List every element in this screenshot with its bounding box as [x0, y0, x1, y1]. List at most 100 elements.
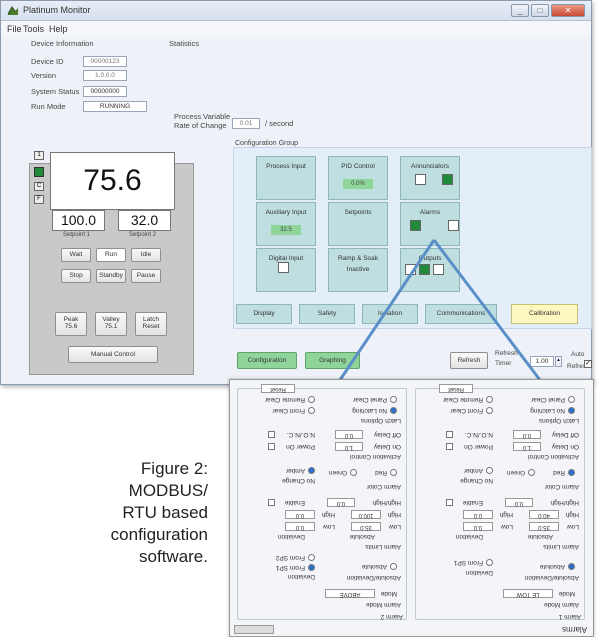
alarm-1-mode-select[interactable]: LE TOW — [503, 589, 553, 598]
alarm-2-enable-label: Enable — [284, 499, 305, 506]
alarm-1-hilo-value[interactable]: 0.0 — [505, 498, 533, 507]
alarm-2-reset-button[interactable]: Reset — [261, 384, 295, 393]
alarm-2-high-abs[interactable]: 100.0 — [351, 510, 381, 519]
alarm-2-deviation-label: Deviation — [287, 573, 315, 580]
alarm-2-red-label: Red — [375, 469, 387, 476]
alarm-2-nofc-label: N.O./N.C. — [286, 431, 315, 438]
alarm-2-low-dev[interactable]: 0.0 — [285, 522, 315, 531]
alarm-2-mode-label: Mode — [380, 590, 397, 597]
alarm-2-green-label: Green — [328, 469, 347, 476]
alarm-2-amber-label: Amber — [285, 467, 305, 474]
alarm-1-off-delay-label: Off Delay — [552, 431, 579, 438]
alarm-1-low-dev[interactable]: 0.0 — [463, 522, 493, 531]
alarm-2-abs-col: Absolute — [349, 533, 375, 540]
alarm-1-remoteclear-radio[interactable] — [486, 396, 493, 403]
alarm-1-high-dev[interactable]: 0.0 — [463, 510, 493, 519]
alarm-1-frontclear-label: Front Clear — [450, 407, 483, 414]
alarm-1-absdev-heading: Absolute/Deviation — [524, 574, 579, 581]
alarm-2-from-sp1-radio[interactable] — [308, 564, 315, 571]
alarm-2-remoteclear-label: Remote Clear — [264, 396, 305, 403]
alarm-1-latch-heading: Latch Options — [538, 417, 579, 424]
alarm-2-power-on-label: Power On — [286, 443, 315, 450]
alarm-2-frontclear-label: Front Clear — [272, 407, 305, 414]
alarm-2-on-delay-label: On Delay — [373, 443, 401, 450]
alarm-2-from-sp2-radio[interactable] — [308, 554, 315, 561]
alarms-popup-content: Alarms Alarm 1 Alarm Mode Mode LE TOW Ab… — [230, 380, 593, 636]
alarm-1-from-sp1-radio[interactable] — [486, 559, 493, 566]
callout-line-left — [338, 239, 436, 381]
alarm-2-low-abs[interactable]: 35.0 — [351, 522, 381, 531]
alarm-1-heading: Alarm 1 — [558, 613, 581, 620]
alarm-2-activation-heading: Activation Control — [350, 453, 401, 460]
alarm-2-limits-heading: Alarm Limits — [365, 543, 401, 550]
alarm-2-off-delay[interactable]: 0.0 — [335, 430, 363, 439]
alarm-1-nolatch-radio[interactable] — [568, 407, 575, 414]
alarm-2-color-heading: Alarm Color — [366, 483, 401, 490]
alarm-1-color-heading: Alarm Color — [544, 483, 579, 490]
alarm-1-green-radio[interactable] — [528, 469, 535, 476]
alarm-1-amber-radio[interactable] — [486, 467, 493, 474]
alarm-2-from-sp1-label: From SP1 — [275, 564, 305, 571]
alarm-1-absolute-radio[interactable] — [568, 563, 575, 570]
alarm-1-dev-col: Deviation — [455, 533, 483, 540]
alarm-2-enable-checkbox[interactable] — [268, 499, 275, 506]
alarm-2-power-on-checkbox[interactable] — [268, 443, 275, 450]
alarms-popup: Alarms Alarm 1 Alarm Mode Mode LE TOW Ab… — [229, 379, 594, 637]
alarm-1-red-label: Red — [553, 469, 565, 476]
alarm-2-frontclear-radio[interactable] — [308, 407, 315, 414]
alarm-1-high-abs[interactable]: 40.0 — [529, 510, 559, 519]
alarm-1-amber-label: Amber — [463, 467, 483, 474]
alarm-2-high-dev[interactable]: 0.0 — [285, 510, 315, 519]
alarm-1-low-label: Low — [567, 523, 579, 530]
alarm-1-frontclear-radio[interactable] — [486, 407, 493, 414]
alarm-1-enable-label: Enable — [462, 499, 483, 506]
alarm-2-high-label-dev: High — [321, 511, 335, 518]
alarm-1-high-label-dev: High — [499, 511, 513, 518]
alarm-2-dev-col: Deviation — [277, 533, 305, 540]
alarm-1-nofc-label: N.O./N.C. — [464, 431, 493, 438]
alarm-1-nofc-checkbox[interactable] — [446, 431, 453, 438]
alarm-1-panelclear-radio[interactable] — [568, 396, 575, 403]
alarm-2-panelclear-radio[interactable] — [390, 396, 397, 403]
caption-line-2: MODBUS/ — [128, 481, 208, 500]
alarm-2-amber-radio[interactable] — [308, 467, 315, 474]
alarm-1-high-label: High — [565, 511, 579, 518]
alarm-1-reset-button[interactable]: Reset — [439, 384, 473, 393]
alarm-1-on-delay[interactable]: 1.0 — [513, 442, 541, 451]
alarm-1-remoteclear-label: Remote Clear — [442, 396, 483, 403]
alarm-1-low-label-dev: Low — [501, 523, 513, 530]
alarm-2-low-label-dev: Low — [323, 523, 335, 530]
alarm-1-activation-heading: Activation Control — [528, 453, 579, 460]
alarm-1-power-on-checkbox[interactable] — [446, 443, 453, 450]
alarm-2-mode-heading: Alarm Mode — [365, 601, 401, 608]
alarm-1-red-radio[interactable] — [568, 469, 575, 476]
popup-window-controls[interactable] — [234, 625, 274, 634]
alarm-1-nochange-label: No Change — [460, 477, 493, 484]
callout-line-right — [432, 239, 542, 381]
alarm-2-heading: Alarm 2 — [380, 613, 403, 620]
alarm-1-mode-label: Mode — [558, 590, 575, 597]
alarm-2-nofc-checkbox[interactable] — [268, 431, 275, 438]
alarm-2-panelclear-label: Panel Clear — [353, 396, 387, 403]
alarm-1-nolatch-label: No Latching — [530, 407, 565, 414]
alarm-2-latch-heading: Latch Options — [360, 417, 401, 424]
alarm-1-off-delay[interactable]: 0.0 — [513, 430, 541, 439]
alarm-2-mode-select[interactable]: ABOVE — [325, 589, 375, 598]
alarm-2-low-label: Low — [389, 523, 401, 530]
caption-line-1: Figure 2: — [140, 459, 208, 478]
alarm-1-from-sp1-label: From SP1 — [453, 559, 483, 566]
alarm-2-nolatch-radio[interactable] — [390, 407, 397, 414]
alarm-1-abs-col: Absolute — [527, 533, 553, 540]
alarm-1-enable-checkbox[interactable] — [446, 499, 453, 506]
alarm-2-absolute-radio[interactable] — [390, 563, 397, 570]
alarm-1-low-abs[interactable]: 35.0 — [529, 522, 559, 531]
alarm-2-remoteclear-radio[interactable] — [308, 396, 315, 403]
alarm-1-mode-heading: Alarm Mode — [543, 601, 579, 608]
alarm-2-on-delay[interactable]: 1.0 — [335, 442, 363, 451]
alarm-2-red-radio[interactable] — [390, 469, 397, 476]
alarm-2-nolatch-label: No Latching — [352, 407, 387, 414]
alarm-2-green-radio[interactable] — [350, 469, 357, 476]
alarm-2-absolute-label: Absolute — [361, 563, 387, 570]
caption-line-3: RTU based — [122, 503, 208, 522]
alarm-2-hilo-value[interactable]: 0.0 — [327, 498, 355, 507]
